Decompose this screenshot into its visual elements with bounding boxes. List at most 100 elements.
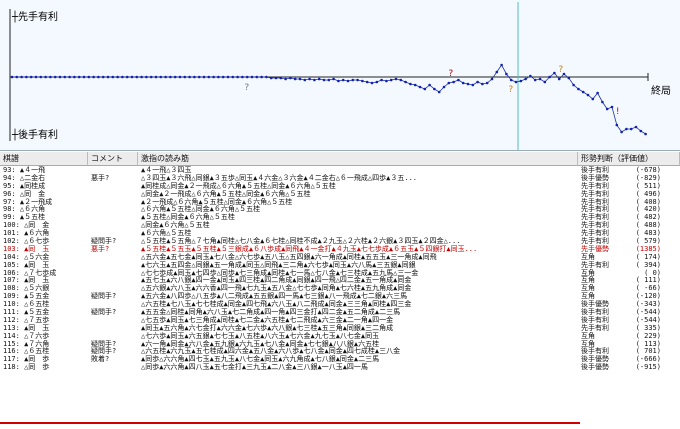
evaluation-dot [298, 77, 302, 81]
table-row[interactable]: 98: △６六角 △６六角▲５五桂△同金▲６六角△５五桂 先手有利 ( 420) [0, 205, 680, 213]
evaluation-dot [389, 78, 393, 82]
evaluation-dot [274, 76, 278, 80]
comment-cell: 敗着? [91, 355, 110, 364]
evaluation-dot [15, 75, 19, 79]
evaluation-dot [49, 75, 52, 79]
table-row[interactable]: 94: △二金右 悪手? △３四玉▲３六飛△同銀▲３五歩△同玉▲４六金△３六金▲４二… [0, 174, 680, 182]
reading-cell: ▲２一飛成△６六角▲５五桂△同金▲６六角△５五桂 [141, 197, 293, 206]
evaluation-graph[interactable]: ┼先手有利 ┼後手有利 終局 ? ? ? ? ! [0, 0, 680, 151]
evaluation-dot [34, 75, 38, 79]
table-row[interactable]: 117: ▲同 歩 敗着? ▲同歩△六六角▲四七玉▲五九玉▲八七金▲同玉▲六九角成▲… [0, 355, 680, 363]
table-row[interactable]: 108: △５六銀 △五六銀▲六八玉▲六六香▲四一飛▲七九玉▲五八金△七七歩▲同角… [0, 284, 680, 292]
table-row[interactable]: 110: △６五桂 △六五桂▲七八玉▲七七桂成▲同金▲四七飛▲六八玉▲八二飛成▲同… [0, 300, 680, 308]
col-header-comment[interactable]: コメント [88, 152, 138, 166]
evaluation-dot [361, 79, 364, 83]
reading-cell: △六五桂▲七八玉▲七七桂成▲同金▲四七飛▲六八玉▲八二飛成▲同金▲三三角▲同桂▲… [141, 300, 412, 309]
evaluation-dot [101, 75, 105, 79]
reading-cell: ▲４一飛△３四玉 [141, 166, 192, 174]
question-marker: ! [615, 107, 620, 117]
evaluation-dot [620, 130, 623, 134]
move-cell: 115: ▲７六角 [3, 339, 50, 348]
evaluation-dot [221, 75, 225, 79]
reading-cell: ▲五六金▲八四歩△八五歩▲八二飛成▲五五銀▲四一馬▲七三銀▲八一飛成▲七二銀▲六… [141, 292, 408, 301]
evaluation-dot [159, 75, 163, 79]
table-row[interactable]: 115: ▲７六角 疑問手? ▲六一角▲同金▲六八金▲五九銀▲六九玉▲七八金▲同金▲… [0, 340, 680, 348]
table-row[interactable]: 102: △６七歩 疑問手? △５五桂▲５五角△７七角▲同桂△七八金▲６七桂△同桂不… [0, 237, 680, 245]
evaluation-dot [365, 80, 369, 84]
evaluation-dot [380, 78, 383, 82]
table-row[interactable]: 104: △５六金 △五六金▲五七金▲同玉▲七八金△六七歩▲五八玉△五四銀▲六一角… [0, 253, 680, 261]
evaluation-dot [385, 79, 388, 83]
evaluation-dot [125, 75, 129, 79]
table-row[interactable]: 113: ▲同 玉 ▲同玉▲五六角▲六七金打▲六六金▲七六歩▲六八銀▲七三桂▲五三… [0, 324, 680, 332]
table-row[interactable]: 109: ▲５五金 疑問手? ▲五六金▲八四歩△八五歩▲八二飛成▲五五銀▲四一馬▲七… [0, 292, 680, 300]
table-row[interactable]: 100: △同 金 △同金▲６六角△５五桂 先手有利 ( 488) [0, 221, 680, 229]
table-row[interactable]: 103: ▲同 玉 悪手? ▲５五桂▲５五玉▲５五桂▲５三銀成▲６八歩成▲同飛▲４一… [0, 245, 680, 253]
evaluation-dot [260, 75, 263, 79]
reading-cell: ▲５五桂▲５五玉▲５五桂▲５三銀成▲６八歩成▲同飛▲４一金打▲４九玉▲七七歩成▲… [141, 244, 478, 253]
evaluation-dot [409, 82, 412, 86]
question-marker: ? [244, 83, 249, 93]
evaluation-dot [581, 90, 585, 94]
evaluation-dot [53, 75, 57, 79]
table-row[interactable]: 114: △７六歩 △七六歩▲同玉▲六五銀▲七七玉▲八五桂▲八六玉▲七六金▲九七玉… [0, 332, 680, 340]
comment-cell: 疑問手? [91, 339, 117, 348]
evaluation-dot [245, 75, 249, 79]
evaluation-dot [289, 76, 292, 80]
evaluation-dot [457, 78, 460, 82]
table-row[interactable]: 106: △７七歩成 △七七歩成▲同玉▲七四歩△同歩▲七三角成▲同桂▲七一馬△七八… [0, 269, 680, 277]
judge-cell: 互角 [581, 276, 595, 285]
evaluation-dot [25, 75, 28, 79]
evaluation-dot [505, 72, 508, 76]
evaluation-dot [236, 75, 239, 79]
judge-cell: 後手有利 [581, 347, 609, 356]
value-cell: (-120) [635, 292, 661, 301]
reading-cell: △６六角▲５五桂△同金▲６六角△５五桂 [141, 205, 261, 214]
reading-cell: ▲５五桂△同金▲６六角△５五桂 [141, 213, 235, 222]
evaluation-graph-svg: ┼先手有利 ┼後手有利 終局 ? ? ? ? ! [9, 2, 671, 150]
evaluation-dot [519, 79, 523, 83]
evaluation-dot [442, 85, 446, 89]
col-header-judgement[interactable]: 形勢判断（評価値） [578, 152, 680, 166]
evaluation-dot [601, 100, 604, 104]
evaluation-dot [615, 123, 619, 127]
table-row[interactable]: 111: ▲５五金 疑問手? ▲五五金△同桂▲同角▲六八玉▲七二角成▲四一角▲四三金… [0, 308, 680, 316]
evaluation-dot [500, 63, 503, 67]
evaluation-dot [77, 75, 81, 79]
table-row[interactable]: 118: △同 歩 △同歩▲六六角▲四八玉▲五七金打▲三九玉▲二八金▲三八銀▲一八… [0, 363, 680, 371]
evaluation-dot [226, 75, 230, 79]
table-row[interactable]: 97: ▲２一飛成 ▲２一飛成△６六角▲５五桂△同金▲６六角△５五桂 先手有利 ( 4… [0, 198, 680, 206]
col-header-moves[interactable]: 棋譜 [0, 152, 88, 166]
evaluation-dot [183, 75, 187, 79]
table-row[interactable]: 93: ▲４一飛 ▲４一飛△３四玉 後手有利 (-678) [0, 166, 680, 174]
evaluation-dot [317, 77, 321, 81]
table-row[interactable]: 116: △６五桂 疑問手? △六五桂▲六九玉▲五七桂成▲四六金▲五八金▲六八歩▲七… [0, 347, 680, 355]
evaluation-dot [471, 83, 475, 87]
evaluation-dot [533, 78, 537, 82]
evaluation-dot [327, 78, 331, 82]
comment-cell: 疑問手? [91, 292, 117, 301]
table-row[interactable]: 112: △７五歩 △七五歩▲同玉▲七三角成▲同桂▲七二金▲六五桂▲七二飛成▲六三… [0, 316, 680, 324]
comment-cell: 悪手? [91, 244, 110, 253]
move-list[interactable]: 棋譜 コメント 激指の読み筋 形勢判断（評価値） 93: ▲４一飛 ▲４一飛△３四… [0, 152, 680, 429]
evaluation-dot [164, 75, 167, 79]
table-row[interactable]: 95: ▲同桂成 ▲同桂成△同金▲２一飛成△６六角▲５五桂△同金▲６六角△５五桂 先… [0, 182, 680, 190]
table-row[interactable]: 96: △同 金 △同金▲２一飛成△６六角▲５五桂△同金▲６六角△５五桂 先手有利 (… [0, 190, 680, 198]
table-row[interactable]: 101: ▲６六角 ▲６六角△５五桂 先手有利 ( 483) [0, 229, 680, 237]
value-cell: ( 488) [635, 221, 661, 230]
reading-cell: △五六金▲五七金▲同玉▲七八金△六七歩▲五八玉△五四銀▲六一角成▲同桂▲五五玉▲… [141, 252, 437, 261]
table-row[interactable]: 99: ▲５五桂 ▲５五桂△同金▲６六角△５五桂 先手有利 ( 482) [0, 213, 680, 221]
evaluation-dot [279, 76, 283, 80]
reading-cell: △３四玉▲３六飛△同銀▲３五歩△同玉▲４六金△３六金▲４二金右△６一飛成△四歩▲… [141, 173, 418, 182]
evaluation-dot [207, 75, 211, 79]
move-cell: 93: ▲４一飛 [3, 166, 46, 174]
evaluation-dot [313, 78, 316, 82]
table-row[interactable]: 105: ▲同 玉 ▲七六玉▲五四金△同銀▲五一角成▲同玉△同飛▲三二角▲六七歩▲… [0, 261, 680, 269]
judge-cell: 先手有利 [581, 221, 609, 230]
evaluation-dot [557, 77, 561, 81]
col-header-reading[interactable]: 激指の読み筋 [138, 152, 578, 166]
judge-cell: 互角 [581, 292, 595, 301]
table-row[interactable]: 107: ▲同 玉 ▲五七玉▲六八銀▲四一金▲同玉▲四三桂▲四二角成▲同銀▲四一飛… [0, 276, 680, 284]
evaluation-dot [10, 75, 14, 79]
judge-cell: 互角 [581, 268, 595, 277]
